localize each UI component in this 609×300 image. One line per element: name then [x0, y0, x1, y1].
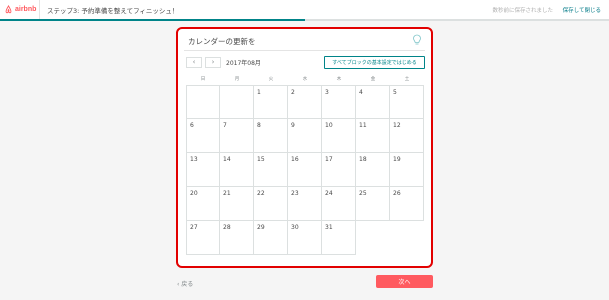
day-cell[interactable]: 4 — [356, 85, 390, 119]
day-number: 22 — [257, 190, 265, 197]
day-cell[interactable]: 28 — [220, 221, 254, 255]
day-cell[interactable]: 31 — [322, 221, 356, 255]
airbnb-logo-icon — [5, 5, 12, 14]
day-number: 1 — [257, 89, 261, 96]
weekday-header: 日月火水木金土 — [186, 76, 424, 82]
day-cell[interactable]: 15 — [254, 153, 288, 187]
day-number: 30 — [291, 224, 299, 231]
day-cell[interactable]: 22 — [254, 187, 288, 221]
month-label: 2017年08月 — [226, 60, 261, 67]
day-number: 28 — [223, 224, 231, 231]
day-cell[interactable]: 18 — [356, 153, 390, 187]
weekday-label: 日 — [200, 77, 206, 82]
weekday-label: 土 — [404, 77, 410, 82]
next-month-button[interactable]: › — [205, 57, 221, 68]
day-number: 13 — [190, 156, 198, 163]
day-number: 9 — [291, 122, 295, 129]
day-number: 8 — [257, 122, 261, 129]
day-number: 15 — [257, 156, 265, 163]
day-cell[interactable]: 17 — [322, 153, 356, 187]
day-number: 6 — [190, 122, 194, 129]
day-cell[interactable]: 14 — [220, 153, 254, 187]
day-cell[interactable]: 20 — [186, 187, 220, 221]
day-number: 29 — [257, 224, 265, 231]
weekday-label: 火 — [268, 77, 274, 82]
day-number: 10 — [325, 122, 333, 129]
day-cell[interactable]: 10 — [322, 119, 356, 153]
day-number: 20 — [190, 190, 198, 197]
calendar-panel: カレンダーの更新を ‹ › 2017年08月 すべてブロックの基本設定ではじめる… — [176, 27, 433, 268]
day-cell[interactable]: 11 — [356, 119, 390, 153]
day-cell[interactable]: 16 — [288, 153, 322, 187]
day-cell[interactable]: 25 — [356, 187, 390, 221]
day-cell[interactable]: 5 — [390, 85, 424, 119]
day-cell[interactable]: 7 — [220, 119, 254, 153]
day-cell[interactable]: 27 — [186, 221, 220, 255]
day-number: 16 — [291, 156, 299, 163]
prev-month-button[interactable]: ‹ — [186, 57, 202, 68]
day-cell[interactable]: 29 — [254, 221, 288, 255]
day-number: 2 — [291, 89, 295, 96]
day-number: 5 — [393, 89, 397, 96]
day-cell[interactable]: 6 — [186, 119, 220, 153]
bulk-settings-label: すべてブロックの基本設定ではじめる — [332, 60, 417, 66]
bulk-settings-button[interactable]: すべてブロックの基本設定ではじめる — [324, 56, 425, 69]
weekday-label: 金 — [370, 77, 376, 82]
chevron-right-icon: › — [211, 58, 215, 66]
empty-day-cell — [220, 85, 254, 119]
day-number: 19 — [393, 156, 401, 163]
day-cell[interactable]: 8 — [254, 119, 288, 153]
day-number: 11 — [359, 122, 367, 129]
calendar-grid: 1 2 3 4 5 6 7 8 9 10 11 12 13 14 15 16 17 18 19 20 21 22 23 24 2… — [186, 85, 424, 255]
day-number: 3 — [325, 89, 329, 96]
next-button-label: 次へ — [398, 279, 411, 286]
day-cell[interactable]: 21 — [220, 187, 254, 221]
day-number: 26 — [393, 190, 401, 197]
save-and-exit-link[interactable]: 保存して閉じる — [563, 6, 601, 14]
logo-text: airbnb — [15, 6, 37, 13]
day-number: 12 — [393, 122, 401, 129]
day-number: 14 — [223, 156, 231, 163]
day-number: 18 — [359, 156, 367, 163]
day-number: 21 — [223, 190, 231, 197]
day-number: 27 — [190, 224, 198, 231]
step-title: ステップ3: 予約準備を整えてフィニッシュ！ — [47, 6, 179, 15]
day-number: 4 — [359, 89, 363, 96]
save-status: 数秒前に保存されました — [492, 8, 553, 14]
day-cell[interactable]: 30 — [288, 221, 322, 255]
top-bar: airbnb ステップ3: 予約準備を整えてフィニッシュ！ 数秒前に保存されまし… — [0, 0, 609, 20]
lightbulb-icon[interactable] — [412, 34, 422, 46]
day-cell[interactable]: 26 — [390, 187, 424, 221]
day-number: 17 — [325, 156, 333, 163]
progress-bar-fill — [0, 19, 305, 21]
day-cell[interactable]: 19 — [390, 153, 424, 187]
day-cell[interactable]: 2 — [288, 85, 322, 119]
panel-title: カレンダーの更新を — [188, 37, 256, 46]
weekday-label: 木 — [336, 77, 342, 82]
empty-day-cell — [186, 85, 220, 119]
day-number: 23 — [291, 190, 299, 197]
day-cell[interactable]: 13 — [186, 153, 220, 187]
day-number: 25 — [359, 190, 367, 197]
weekday-label: 水 — [302, 77, 308, 82]
back-link[interactable]: ‹ 戻る — [177, 279, 193, 288]
day-cell[interactable]: 12 — [390, 119, 424, 153]
day-number: 7 — [223, 122, 227, 129]
day-cell[interactable]: 9 — [288, 119, 322, 153]
day-number: 24 — [325, 190, 333, 197]
chevron-left-icon: ‹ — [192, 58, 196, 66]
weekday-label: 月 — [234, 77, 240, 82]
panel-divider — [184, 50, 425, 51]
day-cell[interactable]: 1 — [254, 85, 288, 119]
airbnb-logo[interactable]: airbnb — [0, 0, 40, 20]
day-cell[interactable]: 23 — [288, 187, 322, 221]
day-number: 31 — [325, 224, 333, 231]
next-button[interactable]: 次へ — [376, 275, 433, 288]
day-cell[interactable]: 24 — [322, 187, 356, 221]
day-cell[interactable]: 3 — [322, 85, 356, 119]
